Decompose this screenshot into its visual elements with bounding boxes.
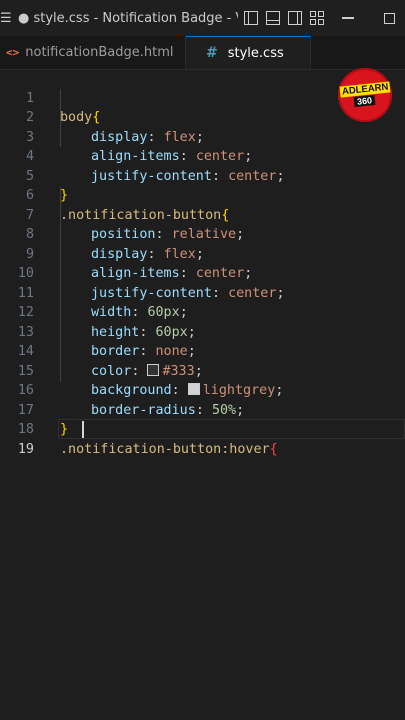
html-file-icon: <>: [6, 46, 20, 59]
code-line: 7 position: relative;: [0, 186, 244, 243]
value: 50%: [211, 402, 237, 418]
value: center: [195, 266, 245, 281]
tab-style-css[interactable]: # style.css: [186, 36, 311, 69]
code-line: 6 .notification-button{: [0, 167, 229, 223]
property: background: [91, 383, 172, 398]
value: center: [195, 149, 245, 164]
brace: }: [60, 188, 69, 203]
property: color: [91, 363, 132, 379]
tab-notificationbadge-html[interactable]: <> notificationBadge.html: [0, 36, 186, 69]
code-line: 9 align-items: center;: [0, 225, 252, 282]
brace: }: [60, 422, 69, 437]
code-line: 11 width: 60px;: [0, 264, 188, 321]
code-line: 5 }: [0, 147, 68, 204]
code-line: 14 color: #333;: [0, 323, 203, 379]
selector: .notification-button:hover: [60, 441, 270, 457]
value: center: [228, 168, 277, 184]
code-line: 4 justify-content: center;: [0, 128, 285, 184]
property: display: [91, 246, 148, 262]
toggle-primary-sidebar-icon[interactable]: [244, 11, 258, 25]
menu-icon[interactable]: ☰: [0, 11, 12, 26]
property: border-radius: [91, 402, 196, 418]
selector: body: [60, 110, 93, 125]
property: justify-content: [91, 285, 212, 301]
property: width: [91, 305, 132, 320]
value: flex: [163, 129, 196, 145]
property: position: [91, 227, 156, 242]
css-file-icon: #: [206, 45, 218, 61]
code-editor[interactable]: 1 body{ 2 display: flex; 3 align-items: …: [0, 69, 405, 720]
property: justify-content: [91, 168, 212, 184]
code-line: 13 border: none;: [0, 303, 196, 360]
toggle-secondary-sidebar-icon[interactable]: [288, 11, 302, 25]
property: border: [91, 344, 140, 359]
line-number: 19: [17, 441, 34, 457]
layout-controls: [244, 11, 324, 25]
text-cursor: [82, 421, 84, 438]
toggle-panel-icon[interactable]: [266, 11, 280, 25]
code-line: 10 justify-content: center;: [0, 245, 285, 301]
color-swatch[interactable]: [187, 383, 200, 395]
code-line: 16 border-radius: 50%;: [0, 362, 244, 418]
brace: {: [269, 441, 278, 457]
property: height: [91, 324, 140, 340]
code-line: 15 background: lightgrey;: [0, 342, 284, 399]
property: display: [91, 129, 148, 145]
brace: {: [92, 110, 101, 125]
title-bar: ☰ ● style.css - Notification Badge - Vis…: [0, 0, 405, 36]
value: lightgrey: [202, 383, 276, 398]
window-title: ● style.css - Notification Badge - Visu.…: [18, 10, 238, 26]
property: align-items: [91, 266, 180, 281]
value: relative: [171, 227, 237, 242]
code-line: 19: [0, 420, 34, 457]
code-line: 1 body{: [0, 69, 100, 126]
selector: .notification-button: [60, 207, 222, 223]
value: 60px: [155, 324, 188, 340]
tab-label: notificationBadge.html: [25, 45, 174, 60]
code-line: 8 display: flex;: [0, 206, 204, 262]
value: #333: [162, 363, 195, 379]
minimize-icon[interactable]: [342, 17, 354, 19]
customize-layout-icon[interactable]: [310, 11, 324, 25]
brace: {: [221, 207, 230, 223]
editor-tab-bar: <> notificationBadge.html # style.css: [0, 36, 405, 70]
tab-label: style.css: [227, 45, 284, 61]
value: flex: [163, 246, 196, 262]
code-line: 3 align-items: center;: [0, 108, 252, 165]
value: center: [228, 285, 277, 301]
value: none: [155, 344, 188, 359]
color-swatch[interactable]: [147, 363, 160, 376]
code-line: 17 }: [0, 381, 68, 438]
code-line: 2 display: flex;: [0, 89, 204, 145]
code-line: 12 height: 60px;: [0, 284, 196, 340]
value: 60px: [147, 305, 180, 320]
maximize-icon[interactable]: [384, 12, 395, 24]
code-line: 18 .notification-button:hover{: [0, 401, 278, 457]
property: align-items: [91, 149, 180, 164]
current-line-highlight: [58, 419, 405, 439]
